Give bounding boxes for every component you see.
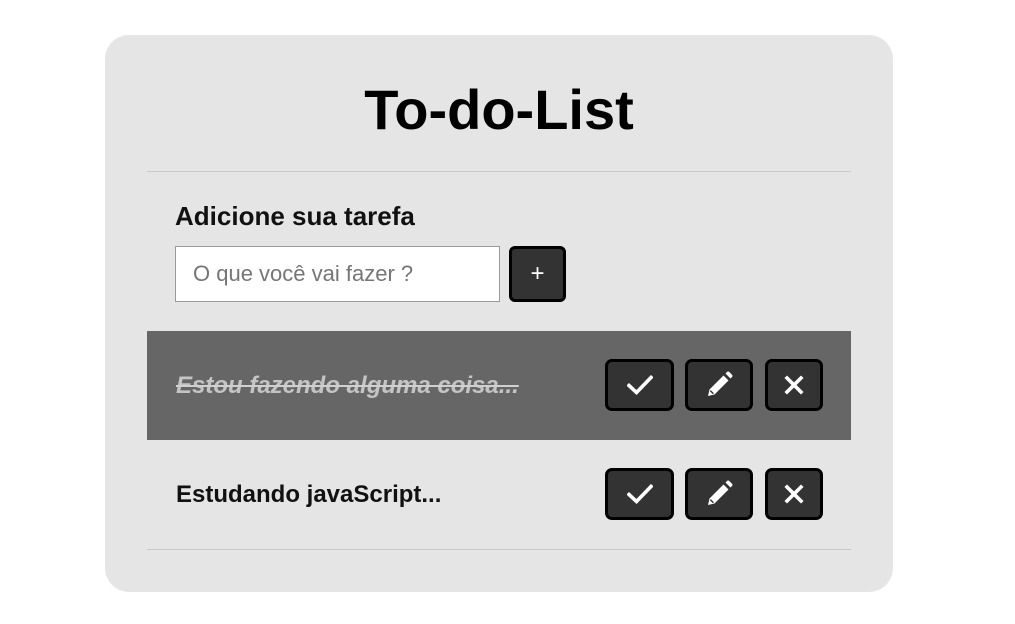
task-input[interactable] bbox=[175, 246, 500, 302]
todo-text: Estudando javaScript... bbox=[176, 480, 442, 508]
add-task-button[interactable]: + bbox=[509, 246, 566, 302]
edit-todo-button[interactable] bbox=[685, 468, 753, 520]
remove-todo-button[interactable] bbox=[765, 468, 823, 520]
close-icon bbox=[784, 484, 804, 504]
todo-item: Estudando javaScript... bbox=[147, 440, 851, 549]
check-icon bbox=[626, 375, 653, 395]
close-icon bbox=[784, 375, 804, 395]
pencil-icon bbox=[708, 371, 733, 396]
todo-item-done: Estou fazendo alguma coisa... bbox=[147, 331, 851, 440]
edit-todo-button[interactable] bbox=[685, 359, 753, 411]
pencil-icon bbox=[708, 480, 733, 505]
add-task-label: Adicione sua tarefa bbox=[175, 201, 415, 231]
check-icon bbox=[626, 484, 653, 504]
todo-text: Estou fazendo alguma coisa... bbox=[176, 371, 519, 399]
divider bbox=[147, 171, 851, 172]
divider bbox=[147, 549, 851, 550]
finish-todo-button[interactable] bbox=[605, 359, 674, 411]
page-title: To-do-List bbox=[364, 78, 634, 141]
finish-todo-button[interactable] bbox=[605, 468, 674, 520]
todo-card: To-do-List Adicione sua tarefa + Estou f… bbox=[105, 35, 893, 592]
remove-todo-button[interactable] bbox=[765, 359, 823, 411]
